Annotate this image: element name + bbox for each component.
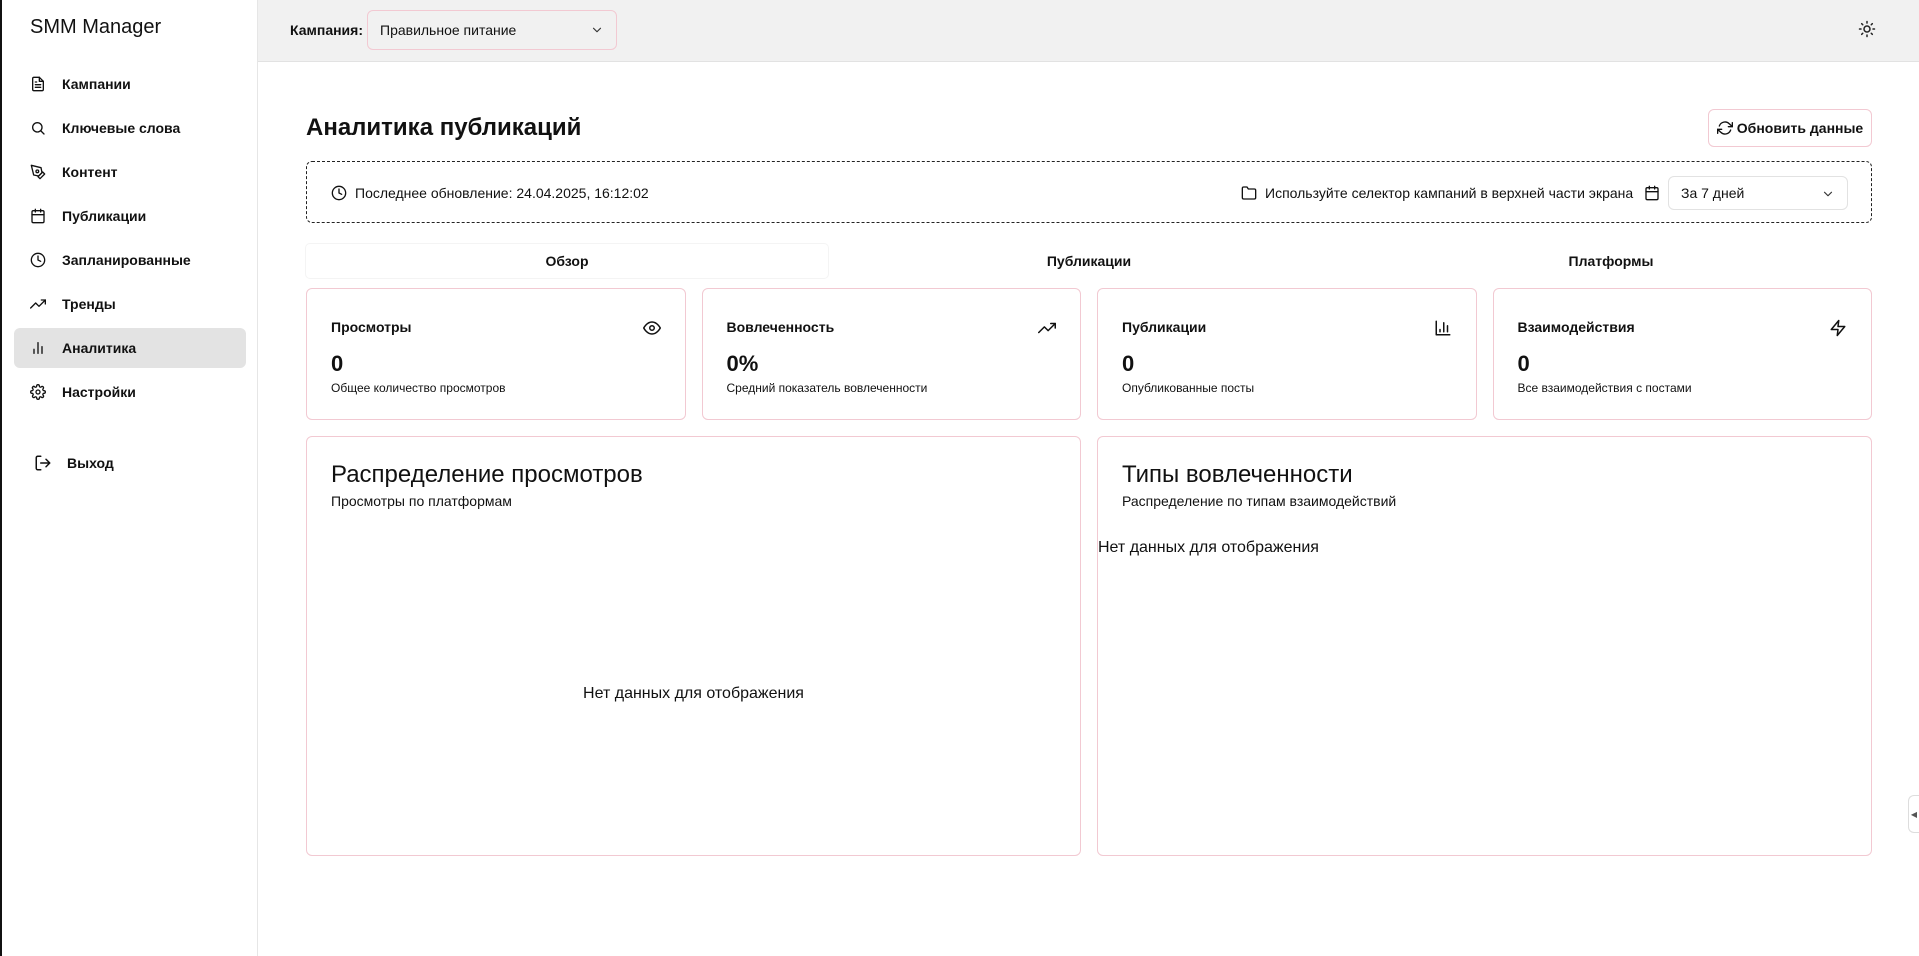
logout-label: Выход (67, 455, 114, 471)
period-select[interactable]: За 7 дней (1668, 176, 1848, 210)
bar-chart-icon (30, 340, 46, 356)
sidebar-nav: Кампании Ключевые слова Контент Публикац… (14, 64, 246, 416)
search-icon (30, 120, 46, 136)
sidebar-item-label: Ключевые слова (62, 120, 181, 136)
file-icon (30, 76, 46, 92)
sidebar-item-label: Запланированные (62, 252, 191, 268)
bar-chart-icon (1434, 319, 1452, 337)
sidebar-item-label: Тренды (62, 296, 116, 312)
sidebar-item-label: Аналитика (62, 340, 137, 356)
logout-icon (34, 454, 52, 472)
calendar-icon (1644, 185, 1660, 206)
campaign-hint-text: Используйте селектор кампаний в верхней … (1265, 185, 1634, 201)
stat-card-value: 0 (1517, 351, 1530, 376)
sidebar: SMM Manager Кампании Ключевые слова Конт… (2, 0, 258, 956)
last-update-text: Последнее обновление: 24.04.2025, 16:12:… (355, 185, 649, 201)
theme-toggle-button[interactable] (1858, 20, 1876, 38)
stat-card-title: Просмотры (331, 319, 412, 335)
sidebar-item-keywords[interactable]: Ключевые слова (14, 108, 246, 148)
analytics-tabs: Обзор Публикации Платформы (306, 244, 1872, 278)
refresh-icon (1716, 121, 1733, 135)
eye-icon (642, 319, 661, 337)
refresh-data-label: Обновить данные (1736, 120, 1864, 136)
stat-cards: Просмотры 0 Общее количество просмотров … (306, 288, 1872, 420)
sun-icon (1858, 20, 1876, 42)
stat-card-title: Взаимодействия (1517, 319, 1635, 335)
sidebar-item-label: Настройки (62, 384, 136, 400)
stat-card-title: Публикации (1122, 319, 1207, 335)
stat-card-views: Просмотры 0 Общее количество просмотров (306, 288, 686, 420)
last-update: Последнее обновление: 24.04.2025, 16:12:… (331, 185, 649, 201)
stat-card-value: 0 (331, 351, 344, 376)
trending-up-icon (30, 296, 46, 312)
top-bar: Кампания: Правильное питание (258, 0, 1919, 62)
sidebar-item-scheduled[interactable]: Запланированные (14, 240, 246, 280)
stat-card-interactions: Взаимодействия 0 Все взаимодействия с по… (1492, 288, 1872, 420)
panel-subtitle: Распределение по типам взаимодействий (1122, 493, 1397, 509)
stat-card-description: Опубликованные посты (1122, 381, 1255, 395)
campaign-hint: Используйте селектор кампаний в верхней … (1241, 185, 1633, 201)
clock-icon (30, 252, 46, 268)
sidebar-item-settings[interactable]: Настройки (14, 372, 246, 412)
pen-icon (30, 164, 46, 180)
panel-title: Распределение просмотров (331, 461, 643, 488)
stat-card-title: Вовлеченность (726, 319, 835, 335)
campaign-select-value: Правильное питание (380, 22, 517, 38)
chart-panels: Распределение просмотров Просмотры по пл… (306, 436, 1872, 856)
zap-icon (1829, 319, 1847, 337)
stat-card-value: 0 (1122, 351, 1135, 376)
chevron-left-icon: ◀ (1910, 809, 1918, 819)
gear-icon (30, 384, 46, 400)
tab-overview[interactable]: Обзор (306, 244, 828, 278)
campaign-select[interactable]: Правильное питание (367, 10, 617, 50)
engagement-types-panel: Типы вовлеченности Распределение по типа… (1097, 436, 1872, 856)
empty-state-message: Нет данных для отображения (583, 685, 804, 702)
stat-card-description: Общее количество просмотров (331, 381, 506, 395)
app-title: SMM Manager (30, 16, 162, 38)
stat-card-value: 0% (726, 351, 759, 376)
empty-state-message: Нет данных для отображения (1098, 539, 1319, 556)
chevron-down-icon (590, 23, 604, 37)
refresh-data-button[interactable]: Обновить данные (1708, 109, 1872, 147)
sidebar-item-analytics[interactable]: Аналитика (14, 328, 246, 368)
chevron-down-icon (1821, 187, 1835, 204)
sidebar-item-label: Контент (62, 164, 118, 180)
info-bar: Последнее обновление: 24.04.2025, 16:12:… (306, 161, 1872, 223)
stat-card-publications: Публикации 0 Опубликованные посты (1097, 288, 1477, 420)
campaign-label: Кампания: (290, 22, 363, 38)
trending-up-icon (1038, 319, 1056, 337)
sidebar-item-label: Кампании (62, 76, 131, 92)
stat-card-description: Средний показатель вовлеченности (726, 381, 928, 395)
panel-subtitle: Просмотры по платформам (331, 493, 512, 509)
page-title: Аналитика публикаций (306, 114, 582, 141)
period-select-value: За 7 дней (1681, 185, 1745, 201)
clock-icon (331, 185, 347, 201)
calendar-icon (30, 208, 46, 224)
sidebar-item-campaigns[interactable]: Кампании (14, 64, 246, 104)
logout-button[interactable]: Выход (34, 454, 114, 472)
side-panel-toggle[interactable]: ◀ (1908, 795, 1919, 833)
views-distribution-panel: Распределение просмотров Просмотры по пл… (306, 436, 1081, 856)
sidebar-item-publications[interactable]: Публикации (14, 196, 246, 236)
folder-icon (1241, 186, 1257, 200)
panel-title: Типы вовлеченности (1122, 461, 1353, 488)
stat-card-description: Все взаимодействия с постами (1517, 381, 1692, 395)
tab-publications[interactable]: Публикации (828, 244, 1350, 278)
sidebar-item-label: Публикации (62, 208, 147, 224)
tab-platforms[interactable]: Платформы (1350, 244, 1872, 278)
stat-card-engagement: Вовлеченность 0% Средний показатель вовл… (701, 288, 1081, 420)
sidebar-item-trends[interactable]: Тренды (14, 284, 246, 324)
sidebar-item-content[interactable]: Контент (14, 152, 246, 192)
